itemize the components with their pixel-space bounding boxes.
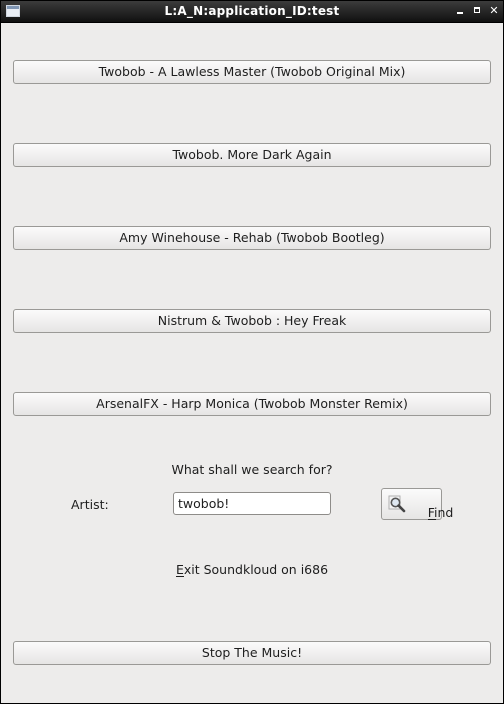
artist-search-input[interactable] xyxy=(173,492,331,515)
track-button-5[interactable]: ArsenalFX - Harp Monica (Twobob Monster … xyxy=(13,392,491,416)
magnifier-icon xyxy=(388,495,406,513)
exit-link[interactable]: Exit Soundkloud on i686 xyxy=(1,562,503,577)
exit-link-label: Exit Soundkloud on i686 xyxy=(175,562,329,577)
track-button-4[interactable]: Nistrum & Twobob : Hey Freak xyxy=(13,309,491,333)
stop-music-button[interactable]: Stop The Music! xyxy=(13,641,491,665)
find-button-label: Find xyxy=(427,504,454,520)
maximize-icon xyxy=(474,7,480,13)
maximize-button[interactable] xyxy=(470,4,484,18)
minimize-button[interactable] xyxy=(453,4,467,18)
search-prompt: What shall we search for? xyxy=(171,462,333,477)
minimize-icon xyxy=(457,12,463,14)
close-icon: ✕ xyxy=(489,4,499,17)
track-button-3[interactable]: Amy Winehouse - Rehab (Twobob Bootleg) xyxy=(13,226,491,250)
find-button[interactable]: Find xyxy=(381,488,453,520)
track-button-2[interactable]: Twobob. More Dark Again xyxy=(13,143,491,167)
close-button[interactable]: ✕ xyxy=(487,4,501,18)
track-button-1[interactable]: Twobob - A Lawless Master (Twobob Origin… xyxy=(13,60,491,84)
title-bar[interactable]: L:A_N:application_ID:test ✕ xyxy=(1,1,503,23)
window-title: L:A_N:application_ID:test xyxy=(164,4,340,18)
main-content: Twobob - A Lawless Master (Twobob Origin… xyxy=(1,23,503,703)
app-window: L:A_N:application_ID:test ✕ Twobob - A L… xyxy=(0,0,504,704)
artist-label: Artist: xyxy=(71,497,109,512)
